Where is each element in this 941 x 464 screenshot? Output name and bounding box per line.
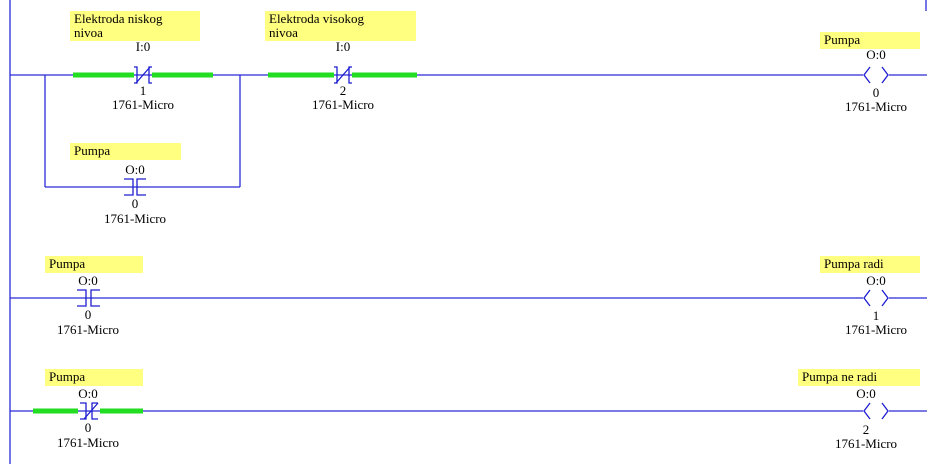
- address-label: O:0: [856, 386, 876, 401]
- xio-contact-elektroda-niskog-nivoa[interactable]: [73, 66, 213, 84]
- address-label: I:0: [135, 39, 151, 54]
- coil-gap: [863, 290, 889, 306]
- address-label: O:0: [78, 386, 98, 401]
- ote-coil-pumpa-ne-radi[interactable]: [863, 402, 889, 420]
- symbol-label: Pumpa: [70, 143, 181, 160]
- address-label: O:0: [125, 162, 145, 177]
- address-label: O:0: [866, 273, 886, 288]
- symbol-label: Elektroda niskog nivoa: [70, 11, 200, 41]
- symbol-label: Pumpa: [45, 369, 143, 386]
- processor-label: 1761-Micro: [111, 97, 175, 112]
- ladder-diagram: [9, 0, 927, 464]
- bit-label: 0: [131, 196, 139, 211]
- coil-gap: [863, 403, 889, 419]
- rung-1[interactable]: [10, 289, 927, 307]
- address-label: O:0: [866, 47, 886, 62]
- bit-label: 0: [84, 307, 92, 322]
- processor-label: 1761-Micro: [56, 435, 120, 450]
- bit-label: 0: [872, 85, 880, 100]
- ote-coil-pumpa[interactable]: [863, 66, 889, 84]
- symbol-label: Pumpa radi: [820, 256, 920, 273]
- symbol-label: Elektroda visokog nivoa: [265, 11, 416, 41]
- processor-label: 1761-Micro: [844, 322, 908, 337]
- processor-label: 1761-Micro: [56, 322, 120, 337]
- bit-label: 1: [139, 83, 147, 98]
- rung-2[interactable]: [10, 402, 927, 420]
- rung-0[interactable]: [10, 66, 927, 196]
- bit-label: 2: [339, 83, 347, 98]
- processor-label: 1761-Micro: [103, 211, 167, 226]
- address-label: O:0: [78, 273, 98, 288]
- xio-contact-elektroda-visokog-nivoa[interactable]: [268, 66, 417, 84]
- processor-label: 1761-Micro: [834, 436, 898, 451]
- processor-label: 1761-Micro: [311, 97, 375, 112]
- bit-label: 0: [84, 420, 92, 435]
- bit-label: 1: [872, 308, 880, 323]
- address-label: I:0: [335, 39, 351, 54]
- symbol-label: Pumpa ne radi: [798, 369, 920, 386]
- processor-label: 1761-Micro: [844, 99, 908, 114]
- ote-coil-pumpa-radi[interactable]: [863, 289, 889, 307]
- bit-label: 2: [862, 422, 870, 437]
- coil-gap: [863, 67, 889, 83]
- symbol-label: Pumpa: [45, 256, 143, 273]
